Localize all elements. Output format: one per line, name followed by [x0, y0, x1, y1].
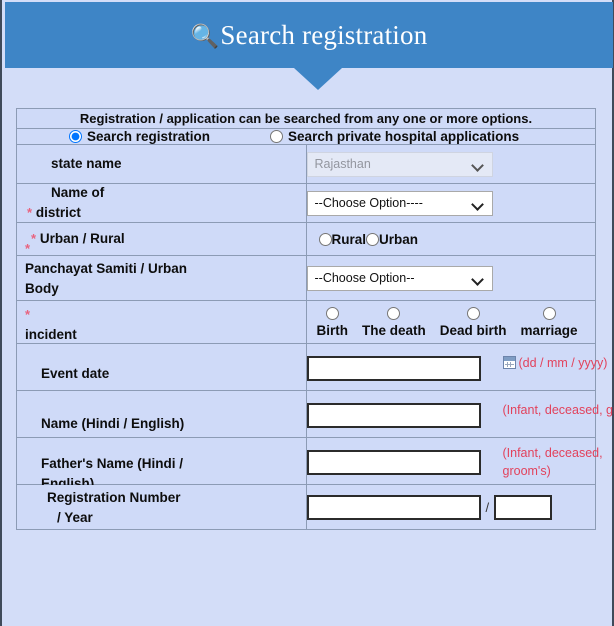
row-event-date: Event date (dd / mm / yyyy): [16, 343, 607, 391]
panchayat-select[interactable]: --Choose Option--: [306, 265, 493, 291]
event-date-hint: (dd / mm / yyyy): [502, 354, 614, 372]
event-date-hint-text: (dd / mm / yyyy): [518, 356, 608, 370]
incident-required-asterisk: *: [25, 307, 31, 323]
radio-incident-marriage-label: marriage: [520, 323, 578, 338]
incident-field-cell: Birth The death Dead birth marriage: [305, 300, 596, 344]
registration-label-cell: Registration Number / Year: [16, 484, 307, 530]
row-name: Name (Hindi / English) (Infant, deceased…: [16, 390, 614, 438]
radio-rural-label: Rural: [331, 231, 367, 247]
panchayat-label: * Panchayat Samiti / Urban Body: [17, 239, 217, 299]
panchayat-field-cell: --Choose Option--: [305, 255, 596, 301]
radio-urban-input[interactable]: [366, 232, 380, 246]
father-name-hint: (Infant, deceased, groom's): [502, 446, 603, 478]
state-label-cell: state name: [16, 144, 307, 184]
panchayat-label-text: Panchayat Samiti / Urban Body: [25, 261, 188, 297]
page-container: 🔍 Search registration Registration / app…: [0, 0, 614, 626]
radio-incident-birth[interactable]: Birth: [316, 307, 349, 338]
radio-search-private-hospital[interactable]: Search private hospital applications: [270, 129, 519, 144]
state-field-cell: Rajasthan: [305, 144, 596, 184]
mode-row: Search registration Search private hospi…: [16, 128, 596, 145]
district-label-cell: Name of * district: [16, 183, 307, 223]
name-field-cell: (Infant, deceased, groom): [305, 390, 614, 438]
row-district: Name of * district --Choose Option----: [16, 183, 596, 223]
district-label-line1: Name of: [51, 185, 105, 200]
registration-label-line2: / Year: [57, 509, 93, 525]
incident-label-cell: * incident: [16, 300, 307, 345]
district-label-line2: district: [35, 205, 81, 220]
registration-year-input[interactable]: [494, 494, 553, 520]
radio-search-registration-label: Search registration: [87, 129, 211, 144]
father-name-field-cell: (Infant, deceased, groom's): [305, 437, 603, 485]
page-header: 🔍 Search registration: [5, 2, 613, 68]
radio-incident-dead-birth[interactable]: Dead birth: [440, 307, 507, 338]
calendar-icon[interactable]: [502, 356, 516, 369]
radio-rural-input[interactable]: [318, 232, 332, 246]
district-required-asterisk: *: [27, 205, 33, 220]
notice-text: Registration / application can be search…: [16, 108, 596, 129]
row-state: state name Rajasthan: [16, 144, 596, 184]
district-label: Name of * district: [17, 183, 217, 223]
urban-rural-field-cell: Rural Urban: [305, 222, 596, 256]
event-date-label-cell: Event date: [16, 343, 307, 391]
mode-cell: Search registration Search private hospi…: [16, 128, 596, 145]
radio-search-registration[interactable]: Search registration: [69, 129, 210, 144]
district-select[interactable]: --Choose Option----: [306, 190, 493, 216]
radio-incident-dead-birth-label: Dead birth: [439, 323, 507, 338]
radio-incident-death[interactable]: The death: [362, 307, 426, 338]
radio-incident-death-label: The death: [362, 323, 426, 338]
name-hint: (Infant, deceased, groom): [502, 403, 614, 417]
radio-incident-marriage[interactable]: marriage: [521, 307, 578, 338]
incident-label: * incident: [17, 305, 217, 345]
radio-incident-dead-birth-input[interactable]: [466, 307, 480, 320]
registration-number-input[interactable]: [306, 494, 481, 520]
state-select[interactable]: Rajasthan: [306, 151, 493, 177]
radio-incident-marriage-input[interactable]: [542, 307, 556, 320]
father-name-label-cell: Father's Name (Hindi / English): [16, 437, 307, 491]
row-father-name: Father's Name (Hindi / English) (Infant,…: [16, 437, 603, 491]
name-label: Name (Hindi / English): [41, 416, 185, 432]
radio-rural[interactable]: Rural: [318, 231, 367, 247]
incident-label-text: incident: [25, 327, 77, 343]
father-name-input[interactable]: [306, 449, 481, 475]
radio-urban[interactable]: Urban: [366, 232, 418, 247]
state-select-wrap: Rajasthan: [306, 151, 493, 177]
registration-separator: /: [485, 499, 490, 515]
radio-incident-birth-input[interactable]: [325, 307, 339, 320]
row-registration-number: Registration Number / Year /: [16, 484, 596, 530]
name-input[interactable]: [306, 402, 481, 428]
registration-field-cell: /: [305, 484, 596, 530]
radio-search-private-hospital-input[interactable]: [270, 130, 284, 143]
radio-urban-label: Urban: [379, 231, 419, 247]
registration-label-line1: Registration Number: [47, 489, 181, 505]
radio-search-private-hospital-label: Search private hospital applications: [288, 129, 520, 144]
district-field-cell: --Choose Option----: [305, 183, 596, 223]
row-incident: * incident Birth The death Dead birth ma…: [16, 300, 596, 345]
notice-row: Registration / application can be search…: [16, 108, 596, 129]
panchayat-select-wrap: --Choose Option--: [306, 265, 493, 291]
row-panchayat: * Panchayat Samiti / Urban Body --Choose…: [16, 241, 596, 301]
district-select-wrap: --Choose Option----: [306, 190, 493, 216]
radio-incident-birth-label: Birth: [316, 323, 349, 338]
panchayat-required-asterisk: *: [25, 241, 31, 257]
event-date-field-cell: (dd / mm / yyyy): [305, 343, 607, 391]
search-form-table: Registration / application can be search…: [16, 108, 614, 530]
page-title: 🔍 Search registration: [191, 20, 428, 51]
name-label-cell: Name (Hindi / English): [16, 390, 307, 438]
event-date-label: Event date: [41, 366, 110, 382]
registration-label: Registration Number / Year: [17, 488, 217, 528]
radio-incident-death-input[interactable]: [387, 307, 401, 320]
page-title-text: Search registration: [220, 19, 428, 50]
event-date-input[interactable]: [306, 355, 481, 381]
state-label: state name: [51, 156, 122, 171]
panchayat-label-cell: * Panchayat Samiti / Urban Body: [16, 241, 307, 301]
radio-search-registration-input[interactable]: [69, 130, 82, 143]
header-pointer-triangle: [294, 68, 342, 90]
search-icon: 🔍: [190, 23, 220, 50]
